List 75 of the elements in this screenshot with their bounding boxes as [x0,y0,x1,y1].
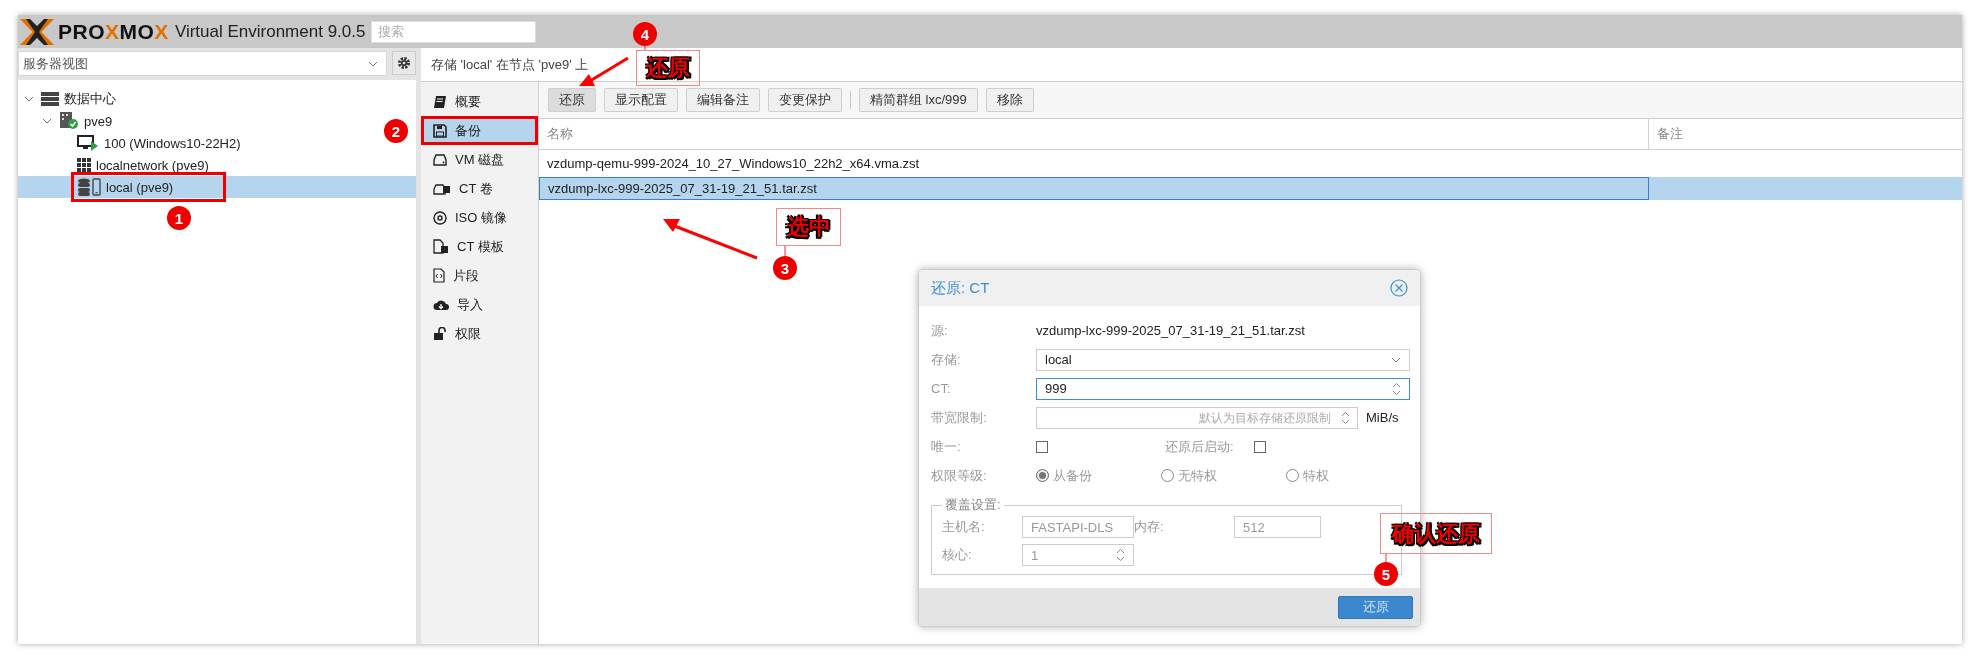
field-label: 核心: [942,546,973,564]
table-cell-text: vzdump-qemu-999-2024_10_27_Windows10_22h2_x64.vma.zst [546,155,921,173]
tree-item[interactable]: local (pve9) [106,179,174,195]
unique-checkbox[interactable] [1036,440,1048,453]
settings-button[interactable] [392,51,416,75]
cloud-download-icon [433,298,449,311]
nav-item[interactable]: CT 模板 [421,232,538,261]
database-icon [77,178,101,196]
server-check-icon [59,112,79,130]
spinner-icon[interactable] [1116,548,1125,562]
book-icon [433,94,447,109]
toolbar-button[interactable]: 编辑备注 [686,88,760,112]
view-dropdown[interactable]: 服务器视图 [18,51,387,76]
panel-title: 存储 'local' 在节点 'pve9' 上 [431,55,589,74]
field-label: 还原后启动: [1165,437,1234,456]
monitor-play-icon [77,135,99,151]
toolbar-button[interactable]: 精简群组 lxc/999 [859,88,978,112]
leader-line [1385,553,1387,563]
field-label: 存储: [931,350,962,369]
close-icon[interactable] [1390,279,1408,297]
server-rack-icon [41,92,59,106]
fieldset-legend: 覆盖设置: [942,496,1004,514]
logo-icon [20,18,54,45]
nav-item[interactable]: 备份 [421,116,538,145]
field-label: 带宽限制: [931,408,988,427]
dialog-title: 还原: CT [931,278,990,298]
storage-dropdown[interactable]: local [1036,348,1410,371]
logo-text: PROXMOX [58,19,169,44]
field-label: 内存: [1134,518,1165,536]
unlock-icon [433,326,447,341]
toolbar-button[interactable]: 显示配置 [604,88,678,112]
tree-item[interactable]: pve9 [84,113,113,129]
bandwidth-field[interactable]: 默认为目标存储还原限制 [1036,406,1358,429]
search-field[interactable]: 搜索 [371,20,537,43]
tree-item[interactable]: 100 (Windows10-22H2) [104,135,241,151]
nav-item[interactable]: 权限 [421,319,538,348]
tree-item[interactable]: 数据中心 [64,90,116,108]
gear-icon [397,56,411,70]
code-file-icon [433,268,445,283]
field-label: 主机名: [942,518,986,536]
table-row[interactable]: vzdump-qemu-999-2024_10_27_Windows10_22h2_x64.vma.zst [539,152,1962,175]
table-row[interactable]: vzdump-lxc-999-2025_07_31-19_21_51.tar.zst [539,177,1962,200]
field-label: CT: [931,381,952,396]
spinner-icon[interactable] [1341,410,1350,425]
nav-item[interactable]: CT 卷 [421,174,538,203]
callout-label: 还原 [636,50,700,86]
grid-icon [77,158,91,172]
leader-line [784,245,786,257]
leader-line [644,45,646,52]
column-header[interactable]: 名称 [539,119,1649,149]
callout-label: 选中 [776,208,841,246]
file-box-icon [433,239,449,254]
toolbar-button[interactable]: 变更保护 [768,88,842,112]
start-checkbox[interactable] [1253,440,1266,453]
spinner-icon[interactable] [1392,381,1401,396]
disc-icon [433,210,447,225]
nav-item[interactable]: VM 磁盘 [421,145,538,174]
hard-drive-icon [433,153,447,166]
nav-item[interactable]: 导入 [421,290,538,319]
toolbar-button[interactable]: 移除 [985,88,1034,112]
nav-item[interactable]: 片段 [421,261,538,290]
column-header[interactable]: 备注 [1649,119,1962,149]
ct-id-field[interactable]: 999 [1036,377,1410,400]
drive-box-icon [433,182,451,195]
source-value: vzdump-lxc-999-2025_07_31-19_21_51.tar.zst [1036,323,1305,338]
tree-item[interactable]: localnetwork (pve9) [96,157,209,173]
toolbar-button[interactable]: 还原 [548,88,596,112]
field-label: 权限等级: [931,466,988,485]
table-cell: vzdump-lxc-999-2025_07_31-19_21_51.tar.zst [539,177,1649,200]
unit-label: MiB/s [1366,410,1399,425]
nav-item[interactable]: ISO 镜像 [421,203,538,232]
field-label: 源: [931,321,949,340]
callout-label: 确认还原 [1380,513,1492,554]
product-version: Virtual Environment 9.0.5 [174,21,366,42]
nav-item[interactable]: 概要 [421,87,538,116]
